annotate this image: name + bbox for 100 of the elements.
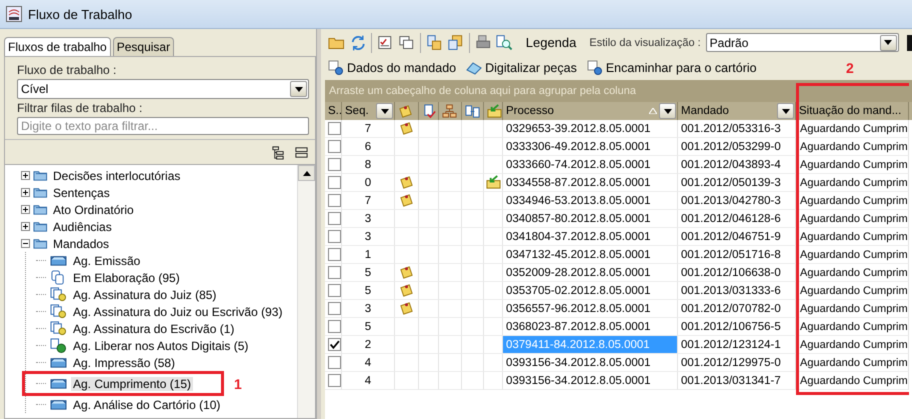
scrollbar[interactable] <box>297 165 315 418</box>
table-cell[interactable]: 0353705-02.2012.8.05.0001 <box>503 282 678 300</box>
filter-icon[interactable] <box>777 103 794 119</box>
table-cell[interactable]: 0393156-34.2012.8.05.0001 <box>503 354 678 372</box>
row-checkbox[interactable] <box>328 320 341 333</box>
table-cell[interactable]: 0347132-45.2012.8.05.0001 <box>503 246 678 264</box>
table-cell[interactable]: 0340857-80.2012.8.05.0001 <box>503 210 678 228</box>
table-cell[interactable]: 0393156-34.2012.8.05.0001 <box>503 372 678 390</box>
field-label: Fluxo de trabalho : <box>17 63 118 77</box>
action-button[interactable]: Digitalizar peças <box>463 60 580 76</box>
table-cell[interactable]: 0356557-96.2012.8.05.0001 <box>503 300 678 318</box>
note-icon <box>398 104 413 118</box>
row-checkbox[interactable] <box>328 230 341 243</box>
table-cell <box>439 336 462 354</box>
tree-item[interactable]: Ag. Assinatura do Juiz ou Escrivão (93) <box>71 304 284 318</box>
row-checkbox[interactable] <box>328 248 341 261</box>
workflow-dropdown[interactable]: Cível <box>17 79 309 99</box>
scanner-icon <box>466 60 482 76</box>
table-cell <box>439 318 462 336</box>
table-cell <box>439 354 462 372</box>
note-icon <box>399 121 414 136</box>
table-cell[interactable]: 0334946-53.2013.8.05.0001 <box>503 192 678 210</box>
table-cell <box>439 300 462 318</box>
tree-item[interactable]: Em Elaboração (95) <box>71 270 182 284</box>
scroll-up-button[interactable] <box>298 165 315 181</box>
refresh-icon[interactable] <box>350 34 366 52</box>
tab[interactable]: Fluxos de trabalho <box>4 37 111 56</box>
column-header[interactable]: S.. <box>325 102 342 120</box>
table-cell <box>462 264 484 282</box>
collapse-icon[interactable] <box>21 239 30 248</box>
expand-icon[interactable] <box>21 222 30 231</box>
tree-item[interactable]: Audiências <box>51 220 114 234</box>
tree-item[interactable]: Sentenças <box>51 186 112 200</box>
table-cell[interactable]: 0329653-39.2012.8.05.0001 <box>503 120 678 138</box>
filter-icon[interactable] <box>376 103 393 119</box>
checklist-icon[interactable] <box>376 34 394 52</box>
view-style-dropdown[interactable]: Padrão <box>706 33 899 52</box>
filter-field[interactable]: Digite o texto para filtrar... <box>17 117 309 135</box>
table-cell <box>419 210 439 228</box>
tree-item[interactable]: Decisões interlocutórias <box>51 168 182 182</box>
tree-item[interactable]: Ag. Emissão <box>71 254 142 268</box>
table-cell <box>462 372 484 390</box>
table-cell: Aguardando Cumprim <box>796 156 909 174</box>
globe-icon <box>49 338 68 353</box>
expand-icon[interactable] <box>21 188 30 197</box>
row-checkbox[interactable] <box>328 140 341 153</box>
table-cell: 001.2012/053299-0 <box>678 138 796 156</box>
documents-icon[interactable] <box>426 34 442 52</box>
row-checkbox[interactable] <box>328 176 341 189</box>
action-button[interactable]: Encaminhar para o cartório <box>584 60 760 76</box>
row-checkbox[interactable] <box>328 284 341 297</box>
table-cell[interactable]: 0341804-37.2012.8.05.0001 <box>503 228 678 246</box>
tree-item[interactable]: Ag. Impressão (58) <box>71 356 178 370</box>
row-checkbox[interactable] <box>328 194 341 207</box>
tab[interactable]: Pesquisar <box>112 37 174 56</box>
column-header[interactable]: Seq. <box>342 102 395 120</box>
table-cell[interactable]: 0352009-28.2012.8.05.0001 <box>503 264 678 282</box>
table-cell: Aguardando Cumprim <box>796 300 909 318</box>
collapse-all-icon[interactable] <box>294 144 309 160</box>
tree-item[interactable]: Ag. Liberar nos Autos Digitais (5) <box>71 338 250 352</box>
tree-item[interactable]: Mandados <box>51 236 112 250</box>
hierarchy-icon[interactable] <box>271 144 286 160</box>
search-icon[interactable] <box>496 34 513 52</box>
filter-icon[interactable] <box>659 103 676 119</box>
table-cell <box>419 318 439 336</box>
table-cell <box>462 282 484 300</box>
row-checkbox[interactable] <box>328 266 341 279</box>
table-cell: 3 <box>342 210 395 228</box>
tree-item[interactable]: Ag. Assinatura do Juiz (85) <box>71 288 218 302</box>
table-cell[interactable]: 0333660-74.2012.8.05.0001 <box>503 156 678 174</box>
table-cell: 001.2012/051716-8 <box>678 246 796 264</box>
legend-button[interactable]: Legenda <box>518 35 584 50</box>
documents-icon[interactable] <box>447 34 464 52</box>
table-cell: 001.2013/031341-7 <box>678 372 796 390</box>
tree-item[interactable]: Ag. Cumprimento (15) <box>71 376 194 390</box>
documents-icon <box>465 104 480 118</box>
table-cell[interactable]: 0333306-49.2012.8.05.0001 <box>503 138 678 156</box>
tree-item[interactable]: Ato Ordinatório <box>51 202 136 216</box>
seal-icon <box>49 321 68 336</box>
row-checkbox[interactable] <box>328 338 341 351</box>
column-header[interactable]: Processo <box>503 102 678 120</box>
table-cell: 3 <box>342 300 395 318</box>
action-button[interactable]: Dados do mandado <box>325 60 460 76</box>
tree-item[interactable]: Ag. Análise do Cartório (10) <box>71 398 222 412</box>
table-cell <box>462 156 484 174</box>
column-header[interactable]: Situação do mand... <box>796 102 909 120</box>
row-checkbox[interactable] <box>328 212 341 225</box>
windows-icon[interactable] <box>398 34 415 52</box>
column-header[interactable]: Mandado <box>678 102 796 120</box>
row-checkbox[interactable] <box>328 374 341 387</box>
row-checkbox[interactable] <box>328 302 341 315</box>
expand-icon[interactable] <box>21 205 30 214</box>
table-cell[interactable]: 0334558-87.2012.8.05.0001 <box>503 174 678 192</box>
toolbar-control[interactable] <box>906 34 912 50</box>
expand-icon[interactable] <box>21 171 30 180</box>
row-checkbox[interactable] <box>328 122 341 135</box>
row-checkbox[interactable] <box>328 356 341 369</box>
row-checkbox[interactable] <box>328 158 341 171</box>
tree-item[interactable]: Ag. Assinatura do Escrivão (1) <box>71 322 236 336</box>
table-cell: Aguardando Cumprim <box>796 138 909 156</box>
